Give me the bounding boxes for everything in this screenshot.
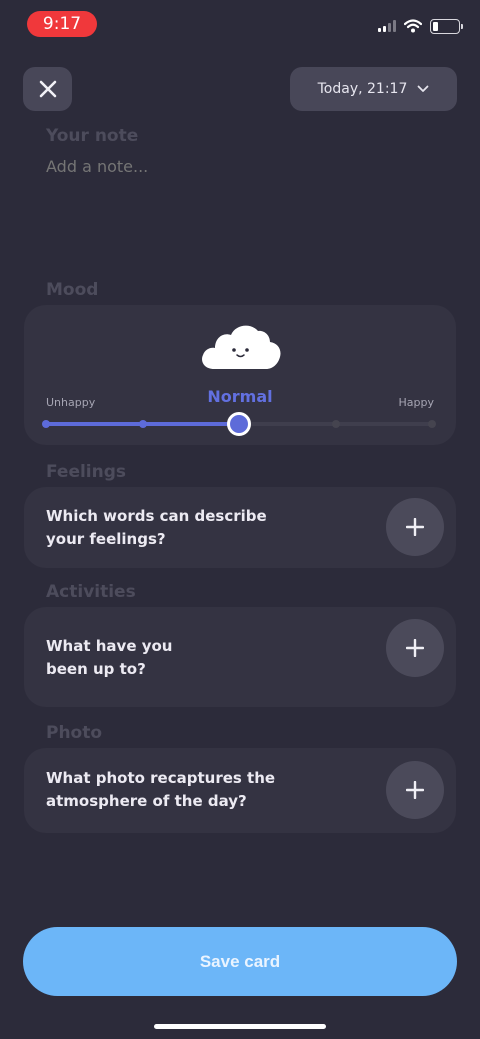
feelings-question: Which words can describe your feelings? <box>46 507 267 548</box>
photo-card[interactable]: What photo recaptures the atmosphere of … <box>24 748 456 833</box>
wifi-icon <box>404 19 422 33</box>
activities-section-label: Activities <box>46 582 136 602</box>
mood-step-dot[interactable] <box>428 420 436 428</box>
status-time-text: 9:17 <box>42 14 82 34</box>
chevron-down-icon <box>417 85 429 92</box>
mood-value: Normal <box>207 387 273 406</box>
add-activities-button[interactable] <box>386 619 444 677</box>
mood-slider[interactable] <box>42 412 436 436</box>
plus-icon <box>406 781 424 799</box>
note-input[interactable] <box>46 154 436 178</box>
mood-step-dot[interactable] <box>331 420 340 428</box>
activities-question: What have you been up to? <box>46 637 173 678</box>
feelings-section-label: Feelings <box>46 462 127 482</box>
close-button[interactable] <box>23 67 72 111</box>
note-section-label: Your note <box>46 126 139 146</box>
close-icon <box>39 80 56 98</box>
cellular-signal-icon <box>378 20 396 32</box>
home-indicator <box>154 1024 326 1029</box>
status-time: 9:17 <box>27 11 97 37</box>
activities-card[interactable]: What have you been up to? <box>24 607 456 707</box>
mood-step-dot[interactable] <box>42 420 50 428</box>
mood-slider-thumb[interactable] <box>227 412 251 436</box>
mood-section-label: Mood <box>46 280 99 300</box>
mood-step-dot[interactable] <box>138 420 147 428</box>
screen: 9:17 Today, 21:17 Your note Mood <box>0 0 480 1039</box>
feelings-card[interactable]: Which words can describe your feelings? <box>24 487 456 568</box>
save-card-button[interactable]: Save card <box>23 927 457 996</box>
add-feelings-button[interactable] <box>386 498 444 556</box>
photo-section-label: Photo <box>46 723 103 743</box>
cloud-face-icon <box>202 325 281 369</box>
photo-question: What photo recaptures the atmosphere of … <box>46 769 276 810</box>
mood-card: Unhappy Normal Happy <box>24 305 456 445</box>
date-label: Today, 21:17 <box>317 81 408 97</box>
battery-icon <box>430 18 463 34</box>
mood-max-label: Happy <box>398 396 435 409</box>
plus-icon <box>406 518 424 536</box>
plus-icon <box>406 639 424 657</box>
date-picker-button[interactable]: Today, 21:17 <box>290 67 457 111</box>
add-photo-button[interactable] <box>386 761 444 819</box>
save-card-label: Save card <box>199 951 281 971</box>
status-icons <box>378 18 463 34</box>
